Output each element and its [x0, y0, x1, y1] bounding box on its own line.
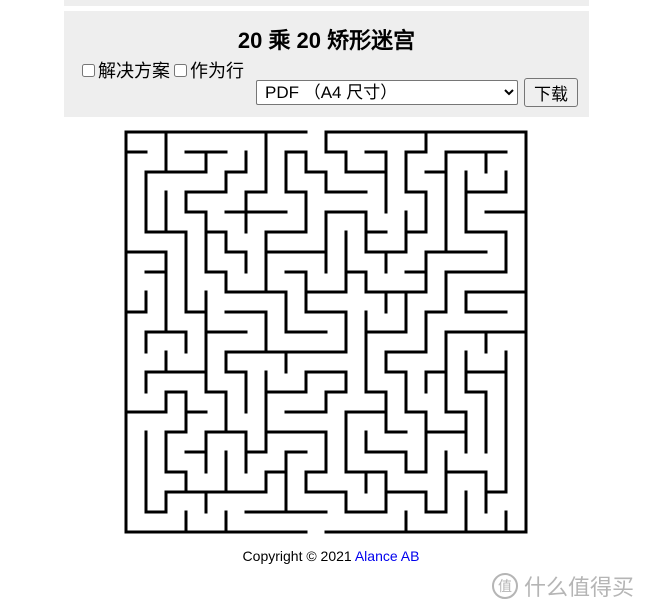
smzdm-logo-icon: 值	[492, 573, 518, 599]
solution-option[interactable]: 解决方案	[82, 57, 170, 83]
company-link[interactable]: Alance AB	[355, 548, 420, 564]
download-button[interactable]: 下载	[524, 78, 578, 107]
watermark-text: 什么值得买	[524, 575, 635, 600]
controls-panel: 20 乘 20 矫形迷宫 解决方案 作为行 PDF （A4 尺寸） 下载	[64, 11, 589, 117]
as-lines-label: 作为行	[190, 61, 244, 81]
solution-checkbox[interactable]	[82, 63, 95, 77]
download-controls: PDF （A4 尺寸） 下载	[256, 78, 578, 107]
options-row: 解决方案 作为行	[82, 57, 248, 83]
format-select[interactable]: PDF （A4 尺寸）	[256, 80, 518, 105]
solution-label: 解决方案	[98, 61, 170, 81]
watermark-logo-text: 值	[498, 579, 512, 595]
copyright-text: Copyright © 2021	[242, 548, 352, 564]
as-lines-checkbox[interactable]	[174, 63, 187, 77]
top-strip	[64, 0, 589, 6]
page-title: 20 乘 20 矫形迷宫	[237, 28, 416, 53]
footer: Copyright © 2021 Alance AB	[0, 548, 662, 564]
maze-image	[124, 130, 528, 534]
as-lines-option[interactable]: 作为行	[174, 57, 244, 83]
watermark: 值 什么值得买	[492, 570, 634, 602]
